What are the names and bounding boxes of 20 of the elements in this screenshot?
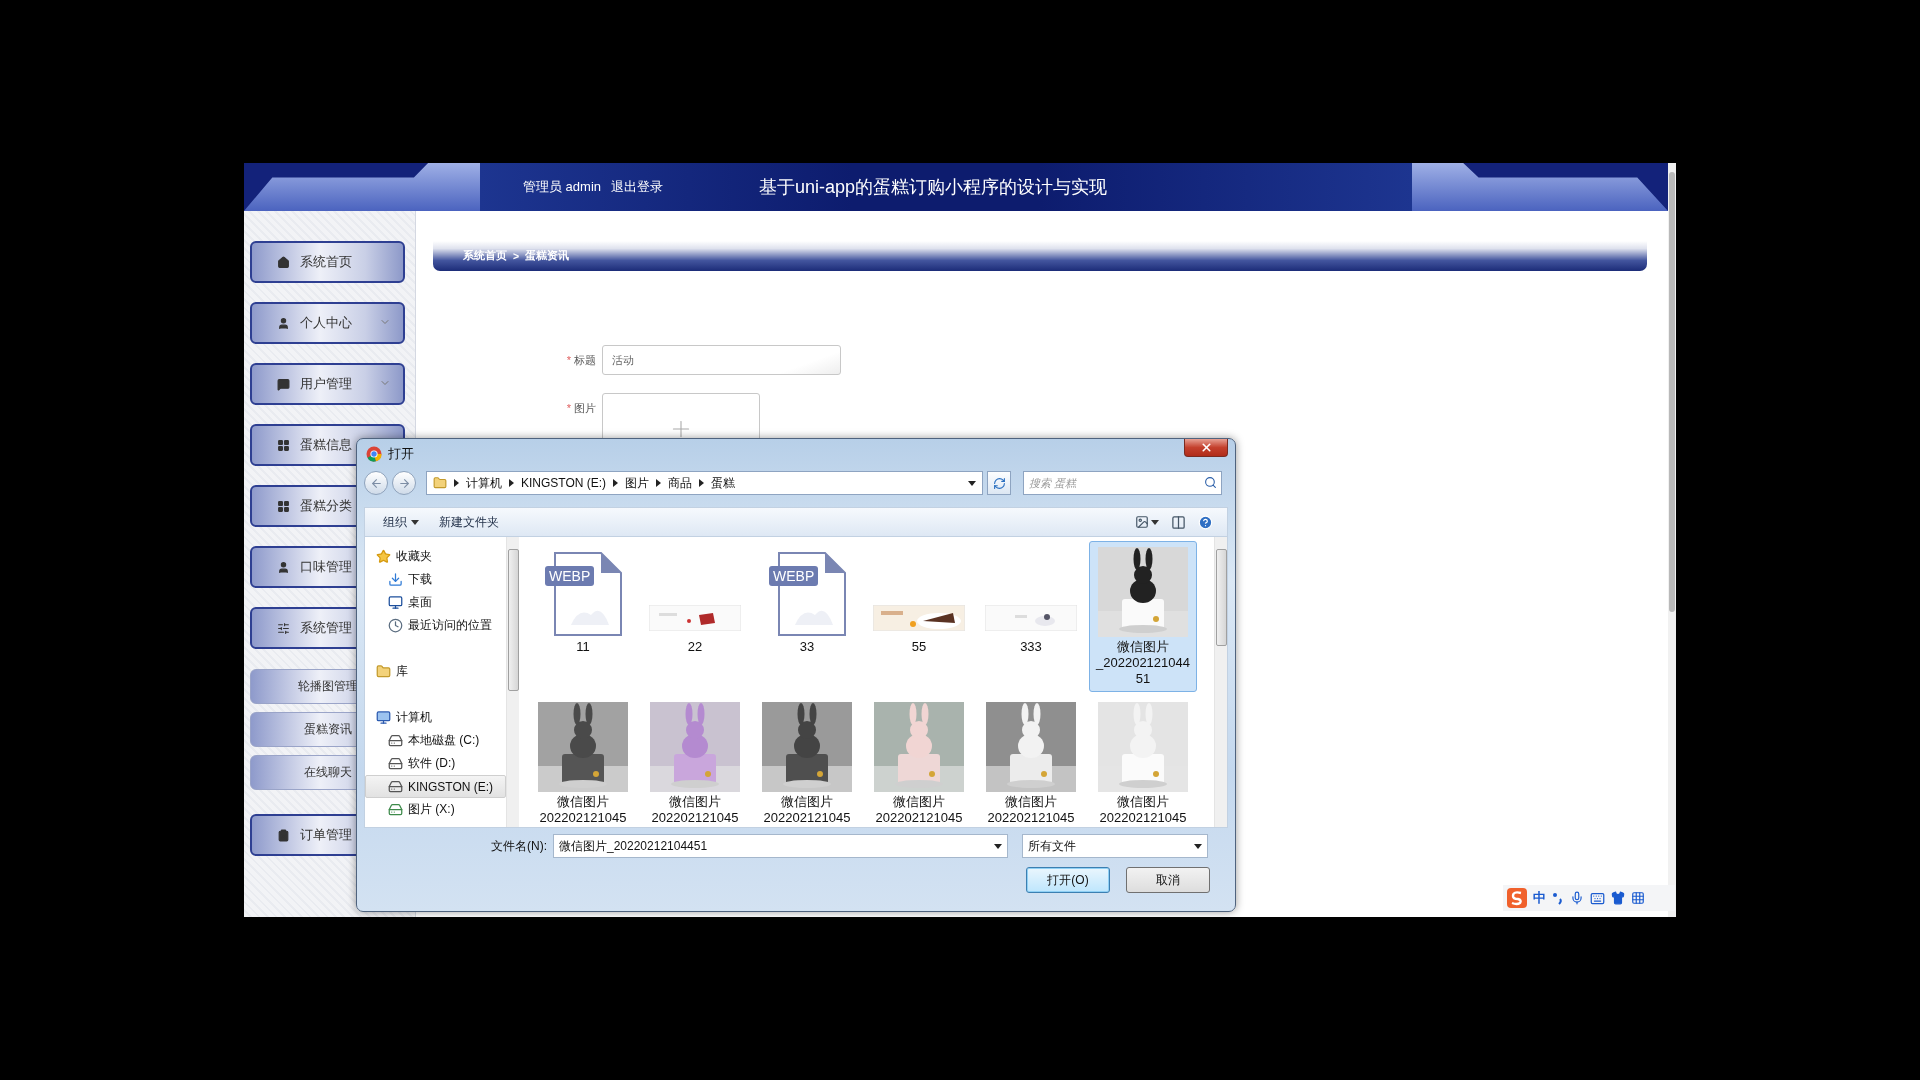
file-name: 55 xyxy=(911,639,927,655)
admin-label: 管理员 admin xyxy=(523,178,602,196)
breadcrumb-separator: > xyxy=(513,250,520,262)
file-name: 微信图片 202202121045 xyxy=(1099,794,1187,826)
file-name: 微信图片 _202202121044 51 xyxy=(1096,639,1190,687)
app-title: 基于uni-app的蛋糕订购小程序的设计与实现 xyxy=(759,176,1108,199)
file-type-badge: WEBP xyxy=(545,566,595,586)
file-name: 微信图片 202202121045 xyxy=(987,794,1075,826)
field-label: * 图片 xyxy=(565,401,596,416)
field-label: * 标题 xyxy=(565,353,596,368)
file-name: 333 xyxy=(1020,639,1042,655)
file-type-badge: WEBP xyxy=(769,566,819,586)
file-name: 微信图片 202202121045 xyxy=(763,794,851,826)
file-name: 微信图片 202202121045 xyxy=(539,794,627,826)
file-name: 22 xyxy=(687,639,703,655)
file-name: 33 xyxy=(799,639,815,655)
file-name-label: 文件名(N): xyxy=(490,837,547,855)
file-name: 微信图片 202202121045 xyxy=(875,794,963,826)
file-name: 11 xyxy=(576,639,590,655)
file-name: 微信图片 202202121045 xyxy=(651,794,739,826)
